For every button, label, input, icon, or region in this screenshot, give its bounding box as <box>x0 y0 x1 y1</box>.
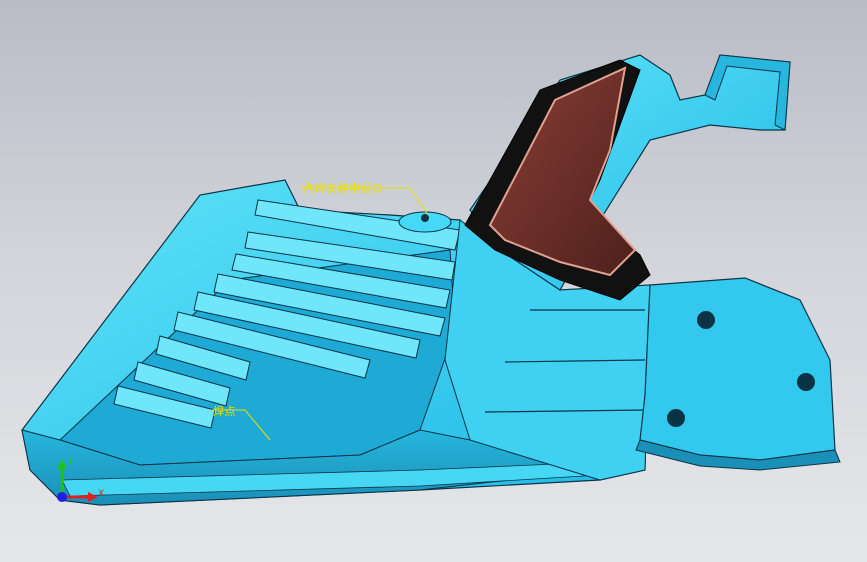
coordinate-triad-icon: X Y <box>48 455 108 510</box>
graphics-viewport[interactable]: 点焊安装中丝口 焊点 X Y <box>0 0 867 562</box>
triad-y-label: Y <box>68 457 74 467</box>
triad-x-label: X <box>98 489 105 499</box>
mount-plate <box>639 277 836 461</box>
annotation-top-note[interactable]: 点焊安装中丝口 <box>303 180 384 196</box>
annotation-bottom-note[interactable]: 焊点 <box>213 403 236 419</box>
cad-model-3d[interactable] <box>0 0 867 562</box>
top-boss-hole <box>421 214 429 222</box>
